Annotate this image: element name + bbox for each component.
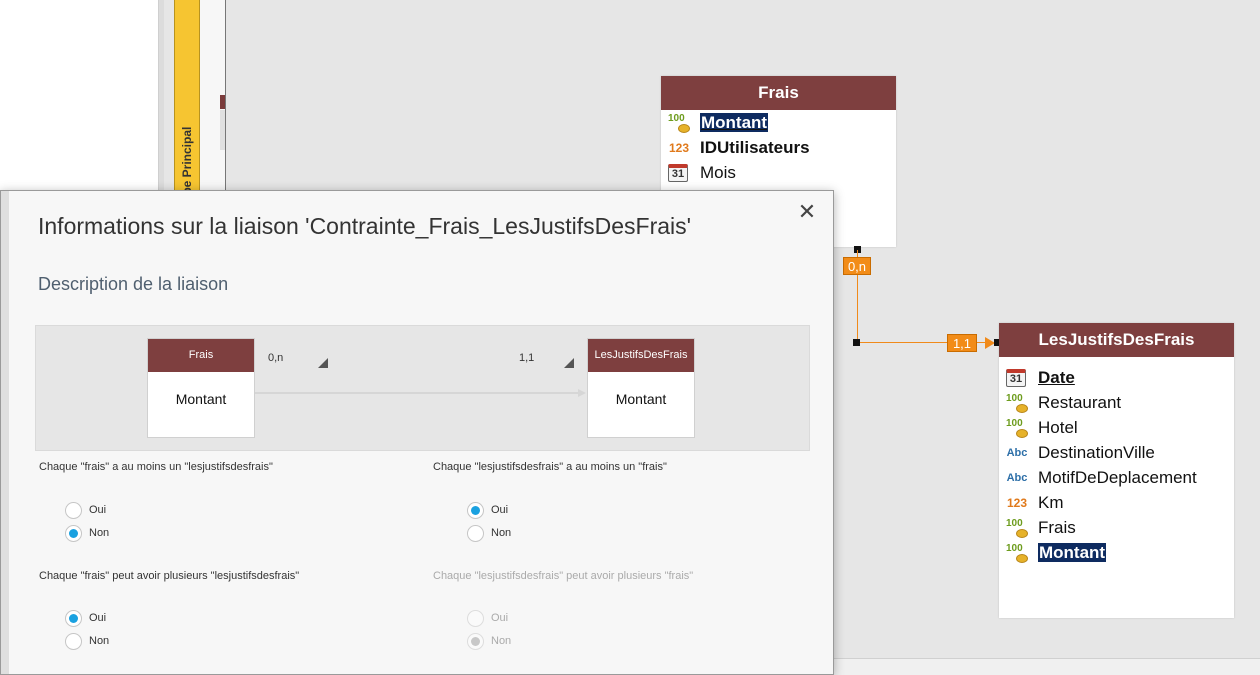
diagram-entity-frais: Frais Montant — [147, 338, 255, 438]
group-bar[interactable]: Groupe Principal — [174, 0, 200, 223]
radio-button[interactable] — [467, 501, 484, 519]
entity-lesjustifsdesfrais[interactable]: LesJustifsDesFrais 31 Date 100 Restauran… — [999, 323, 1234, 618]
q1-non-radio[interactable]: Non — [65, 523, 109, 543]
money-icon: 100 — [1006, 519, 1028, 538]
entity-justifs-field-frais[interactable]: 100 Frais — [999, 515, 1234, 540]
text-icon: Abc — [1006, 472, 1028, 484]
number-icon: 123 — [668, 141, 690, 155]
diagram-entity-frais-title: Frais — [148, 339, 254, 372]
money-icon: 100 — [1006, 419, 1028, 438]
question-2: Chaque "lesjustifsdesfrais" a au moins u… — [433, 461, 667, 473]
money-icon: 100 — [1006, 544, 1028, 563]
q1-oui-radio[interactable]: Oui — [65, 500, 106, 520]
q4-oui-radio: Oui — [467, 608, 508, 628]
calendar-icon: 31 — [1006, 369, 1026, 387]
text-icon: Abc — [1006, 447, 1028, 459]
dialog-side-strip — [1, 191, 9, 674]
cardinality-frais-label[interactable]: 0,n — [843, 257, 871, 275]
entity-justifs-field-montant[interactable]: 100 Montant — [999, 540, 1234, 565]
group-mini-entity — [220, 95, 225, 109]
entity-justifs-field-hotel[interactable]: 100 Hotel — [999, 415, 1234, 440]
entity-frais-field-idutilisateurs[interactable]: 123 IDUtilisateurs — [661, 135, 896, 160]
question-4: Chaque "lesjustifsdesfrais" peut avoir p… — [433, 570, 694, 582]
entity-frais-title: Frais — [661, 76, 896, 110]
radio-button[interactable] — [65, 501, 82, 519]
entity-frais-field-montant[interactable]: 100 Montant — [661, 110, 896, 135]
money-icon: 100 — [1006, 394, 1028, 413]
right-cardinality-dropdown-icon[interactable] — [564, 358, 574, 368]
diagram-entity-justifs: LesJustifsDesFrais Montant — [587, 338, 695, 438]
connector-handle-corner[interactable] — [853, 339, 860, 346]
q4-non-radio: Non — [467, 631, 511, 651]
entity-justifs-field-km[interactable]: 123 Km — [999, 490, 1234, 515]
question-1: Chaque "frais" a au moins un "lesjustifs… — [39, 461, 273, 473]
radio-button[interactable] — [65, 632, 82, 650]
radio-button[interactable] — [65, 524, 82, 542]
money-icon: 100 — [668, 114, 690, 133]
close-icon[interactable]: ✕ — [795, 201, 819, 225]
question-3: Chaque "frais" peut avoir plusieurs "les… — [39, 570, 300, 582]
left-cardinality-dropdown-icon[interactable] — [318, 358, 328, 368]
diagram-entity-justifs-field: Montant — [615, 391, 667, 407]
q2-oui-radio[interactable]: Oui — [467, 500, 508, 520]
diagram-arrow-icon — [578, 389, 586, 397]
link-diagram: Frais Montant 0,n 1,1 LesJustifsDesFrais… — [35, 325, 810, 451]
radio-button[interactable] — [467, 524, 484, 542]
radio-button — [467, 632, 484, 650]
entity-justifs-title: LesJustifsDesFrais — [999, 323, 1234, 357]
number-icon: 123 — [1006, 496, 1028, 510]
diagram-link-line — [255, 392, 579, 394]
diagram-left-cardinality: 0,n — [268, 352, 284, 364]
calendar-icon: 31 — [668, 164, 688, 182]
cardinality-justifs-label[interactable]: 1,1 — [947, 334, 977, 352]
q3-oui-radio[interactable]: Oui — [65, 608, 106, 628]
radio-button[interactable] — [65, 609, 82, 627]
entity-justifs-field-restaurant[interactable]: 100 Restaurant — [999, 390, 1234, 415]
link-info-dialog: Informations sur la liaison 'Contrainte_… — [0, 190, 834, 675]
diagram-right-cardinality: 1,1 — [519, 352, 535, 364]
group-panel — [200, 0, 226, 200]
entity-frais-field-mois[interactable]: 31 Mois — [661, 160, 896, 185]
diagram-entity-frais-field: Montant — [175, 391, 227, 407]
horizontal-scrollbar[interactable] — [834, 658, 1260, 675]
entity-justifs-field-motifdedeplacement[interactable]: Abc MotifDeDeplacement — [999, 465, 1234, 490]
entity-justifs-field-date[interactable]: 31 Date — [999, 365, 1234, 390]
radio-button — [467, 609, 484, 627]
q2-non-radio[interactable]: Non — [467, 523, 511, 543]
dialog-subtitle: Description de la liaison — [38, 274, 229, 294]
group-mini-body — [220, 110, 225, 150]
entity-justifs-field-destinationville[interactable]: Abc DestinationVille — [999, 440, 1234, 465]
dialog-title: Informations sur la liaison 'Contrainte_… — [38, 213, 692, 239]
diagram-entity-justifs-title: LesJustifsDesFrais — [588, 339, 694, 372]
q3-non-radio[interactable]: Non — [65, 631, 109, 651]
